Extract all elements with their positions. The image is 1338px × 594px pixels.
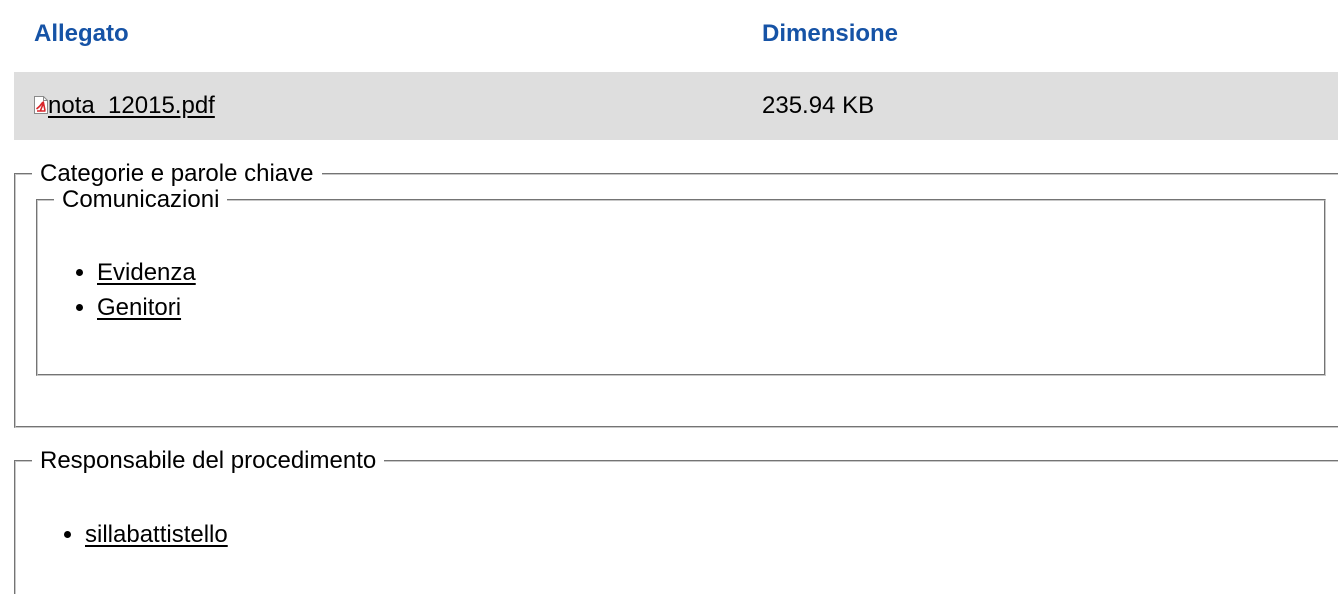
attachment-link[interactable]: nota_12015.pdf [48,92,215,119]
attachment-file-cell: nota_12015.pdf [14,72,762,140]
term-list-responsible: sillabattistello [85,517,228,552]
responsible-legend: Responsabile del procedimento [40,447,377,474]
term-link-evidenza[interactable]: Evidenza [97,259,196,286]
pdf-file-icon [34,93,48,114]
term-link-responsible[interactable]: sillabattistello [85,521,228,548]
term-list-comunicazioni: Evidenza Genitori [97,255,196,325]
page: Allegato Dimensione nota_12015.pdf 235.9… [0,0,1338,594]
list-item: Evidenza [97,255,196,290]
term-link-genitori[interactable]: Genitori [97,294,181,321]
attachments-table: Allegato Dimensione nota_12015.pdf 235.9… [14,0,1338,140]
attachment-size: 235.94 KB [762,72,1338,140]
vocabulary-legend: Comunicazioni [62,186,220,213]
vocabulary-fieldset-comunicazioni: Comunicazioni [36,186,1326,376]
column-header-size: Dimensione [762,20,899,47]
attachments-header-row: Allegato Dimensione [14,0,1338,72]
list-item: Genitori [97,290,196,325]
taxonomy-legend: Categorie e parole chiave [40,160,314,187]
column-header-file: Allegato [34,20,129,47]
table-row: nota_12015.pdf 235.94 KB [14,72,1338,140]
list-item: sillabattistello [85,517,228,552]
